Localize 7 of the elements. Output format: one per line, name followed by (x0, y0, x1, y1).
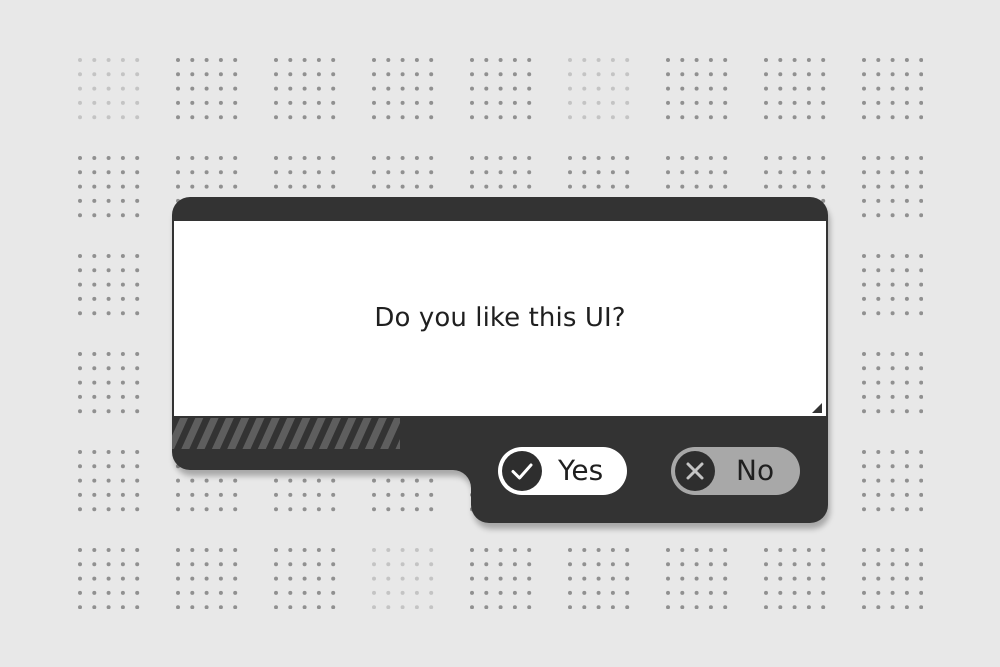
check-circle-icon (502, 451, 542, 491)
cancel-button[interactable]: No (671, 447, 800, 495)
dialog-message: Do you like this UI? (374, 302, 626, 335)
confirm-button[interactable]: Yes (498, 447, 627, 495)
resize-grip-icon[interactable] (812, 403, 822, 413)
diagonal-stripes-icon (172, 418, 400, 449)
close-circle-icon (675, 451, 715, 491)
